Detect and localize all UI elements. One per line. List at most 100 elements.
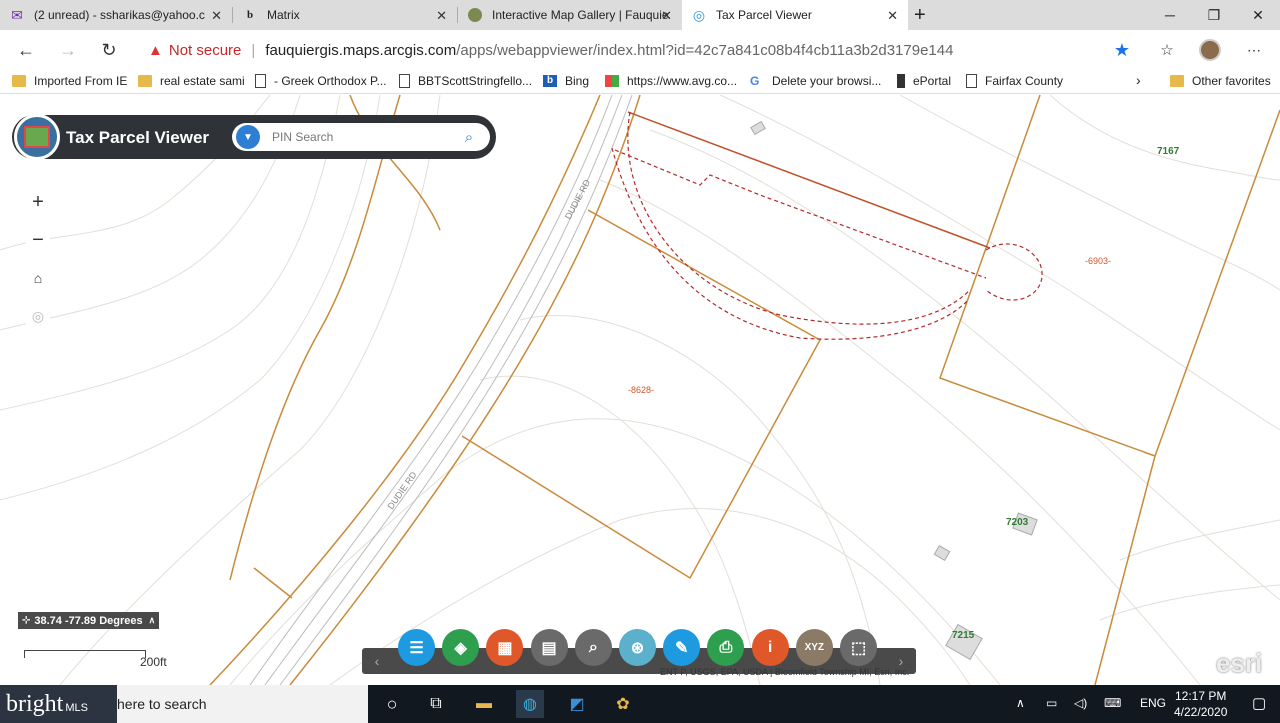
page-icon (966, 74, 977, 88)
bookmark-fairfax-county[interactable]: Fairfax County (966, 74, 1063, 88)
coordinate-tool[interactable]: XYZ (795, 629, 833, 666)
tab-tax-parcel-viewer[interactable]: ◎ Tax Parcel Viewer ✕ (682, 0, 908, 30)
select-tool[interactable]: ⬚ (840, 629, 877, 666)
bookmark-imported-from-ie[interactable]: Imported From IE (12, 74, 127, 88)
mail-icon: ✉ (11, 6, 23, 23)
home-icon[interactable]: ⌂ (26, 266, 50, 290)
favorite-star-icon[interactable]: ★ (1110, 38, 1134, 62)
globe-icon (468, 8, 482, 22)
task-view-icon[interactable]: ⧉ (422, 690, 450, 718)
taskbar-search-text: here to search (117, 696, 207, 712)
bookmark-avg[interactable]: https://www.avg.co... (605, 74, 737, 88)
tab-label: Tax Parcel Viewer (716, 8, 812, 22)
tab-label: (2 unread) - ssharikas@yahoo.c (34, 8, 205, 22)
maximize-icon[interactable]: ❐ (1192, 0, 1236, 30)
favorites-icon[interactable]: ☆ (1155, 38, 1179, 62)
profile-avatar[interactable] (1198, 38, 1222, 62)
zoom-in-button[interactable]: + (26, 190, 50, 214)
cortana-icon[interactable]: ○ (378, 690, 406, 718)
search-source-dropdown[interactable]: ▼ (236, 125, 260, 149)
bookmarks-bar: Imported From IE real estate sami - Gree… (0, 70, 1280, 94)
app-taskbar-icon[interactable]: ◩ (563, 690, 591, 718)
clock-date: 4/22/2020 (1174, 705, 1228, 719)
bookmark-delete-browsing[interactable]: G Delete your browsi... (750, 74, 881, 88)
window-close-icon[interactable]: ✕ (1236, 0, 1280, 30)
chevron-right-icon[interactable]: › (1136, 72, 1141, 88)
search-icon[interactable]: ⌕ (458, 127, 480, 147)
parcel-label: -8628- (628, 385, 654, 395)
b-icon: b (246, 9, 254, 21)
network-icon[interactable]: ▭ (1046, 696, 1057, 710)
minimize-icon[interactable]: ─ (1148, 0, 1192, 30)
map-attribution: ENT P, USGS, EPA, USDA | Bloomfield Town… (660, 667, 910, 677)
tab-mail[interactable]: ✉ (2 unread) - ssharikas@yahoo.c ✕ (0, 0, 232, 30)
coordinate-readout[interactable]: ⊹ 38.74 -77.89 Degrees ∧ (18, 612, 160, 629)
close-icon[interactable]: ✕ (887, 8, 898, 24)
bookmark-label: Delete your browsi... (772, 74, 882, 88)
parcel-label: -6903- (1085, 256, 1111, 266)
bookmark-label: Imported From IE (34, 74, 128, 88)
bookmark-other-favorites[interactable]: Other favorites (1170, 74, 1271, 88)
bookmark-eportal[interactable]: ePortal (897, 74, 951, 88)
file-explorer-icon[interactable]: ▬ (470, 690, 498, 718)
share-tool[interactable]: ⊛ (619, 629, 656, 666)
url-field[interactable]: ▲ Not secure | fauquiergis.maps.arcgis.c… (140, 36, 1145, 64)
new-tab-button[interactable]: + (908, 0, 938, 30)
zoom-out-button[interactable]: − (26, 228, 50, 252)
forward-icon[interactable]: → (56, 38, 80, 62)
not-secure-label[interactable]: Not secure (169, 42, 242, 59)
bookmark-label: Fairfax County (985, 74, 1064, 88)
bing-icon: b (543, 75, 557, 87)
language-indicator[interactable]: ENG (1140, 696, 1166, 710)
url-host: fauquiergis.maps.arcgis.com (265, 41, 457, 59)
bookmark-label: Other favorites (1192, 74, 1271, 88)
tab-label: Matrix (267, 8, 300, 22)
app-icon: ◎ (692, 6, 706, 23)
close-icon[interactable]: ✕ (211, 8, 222, 24)
pin-search-input[interactable] (272, 128, 447, 146)
bookmark-real-estate[interactable]: real estate sami (138, 74, 245, 88)
locate-icon[interactable]: ◎ (26, 304, 50, 328)
bookmark-label: ePortal (913, 74, 952, 88)
chevron-up-icon[interactable]: ∧ (149, 615, 156, 626)
caret-down-icon: ▼ (243, 131, 253, 143)
legend-tool[interactable]: ☰ (398, 629, 435, 666)
address-label: 7167 (1157, 146, 1180, 157)
measure-tool[interactable]: ✎ (663, 629, 701, 666)
notifications-icon[interactable]: ▢ (1252, 694, 1266, 712)
reload-icon[interactable]: ↻ (97, 38, 121, 62)
avatar (1199, 39, 1221, 61)
bookmark-greek-orthodox[interactable]: - Greek Orthodox P... (255, 74, 387, 88)
attribute-table-tool[interactable]: ▤ (530, 629, 568, 666)
brand-name: bright (6, 690, 64, 717)
close-icon[interactable]: ✕ (661, 8, 672, 24)
tab-map-gallery[interactable]: Interactive Map Gallery | Fauquie ✕ (458, 0, 682, 30)
coordinate-value: 38.74 -77.89 Degrees (34, 614, 143, 627)
chevron-up-icon[interactable]: ∧ (1016, 696, 1025, 710)
url-path: /apps/webappviewer/index.html?id=42c7a84… (456, 41, 954, 59)
system-clock[interactable]: 12:17 PM 4/22/2020 (1174, 688, 1227, 720)
about-tool[interactable]: i (751, 629, 789, 666)
tab-matrix[interactable]: b Matrix ✕ (233, 0, 457, 30)
back-icon[interactable]: ← (14, 38, 38, 62)
bookmark-bing[interactable]: b Bing (543, 74, 589, 88)
map-canvas[interactable]: DUDIE RD DUDIE RD -8628- -6903- 7167 720… (0, 95, 1280, 685)
volume-icon[interactable]: ◁) (1074, 696, 1087, 710)
brand-suffix: MLS (65, 702, 88, 714)
more-menu-icon[interactable]: ⋯ (1242, 38, 1266, 62)
query-tool[interactable]: ⌕ (574, 629, 612, 666)
app-title: Tax Parcel Viewer (66, 128, 210, 147)
map-logo-icon (24, 126, 50, 148)
edge-browser-icon[interactable]: ◍ (516, 690, 544, 718)
photos-icon[interactable]: ✿ (609, 690, 637, 718)
avg-icon (605, 75, 619, 87)
keyboard-icon[interactable]: ⌨ (1104, 696, 1121, 710)
toolbar-prev-icon[interactable]: ‹ (366, 650, 388, 672)
scale-label: 200ft (140, 655, 167, 669)
warning-icon: ▲ (148, 41, 163, 59)
bookmark-bbt[interactable]: BBTScottStringfello... (399, 74, 532, 88)
close-icon[interactable]: ✕ (436, 8, 447, 24)
bright-mls-watermark: bright MLS (0, 685, 117, 723)
tab-bar: ✉ (2 unread) - ssharikas@yahoo.c ✕ b Mat… (0, 0, 1280, 30)
layers-tool[interactable]: ◈ (442, 629, 480, 666)
